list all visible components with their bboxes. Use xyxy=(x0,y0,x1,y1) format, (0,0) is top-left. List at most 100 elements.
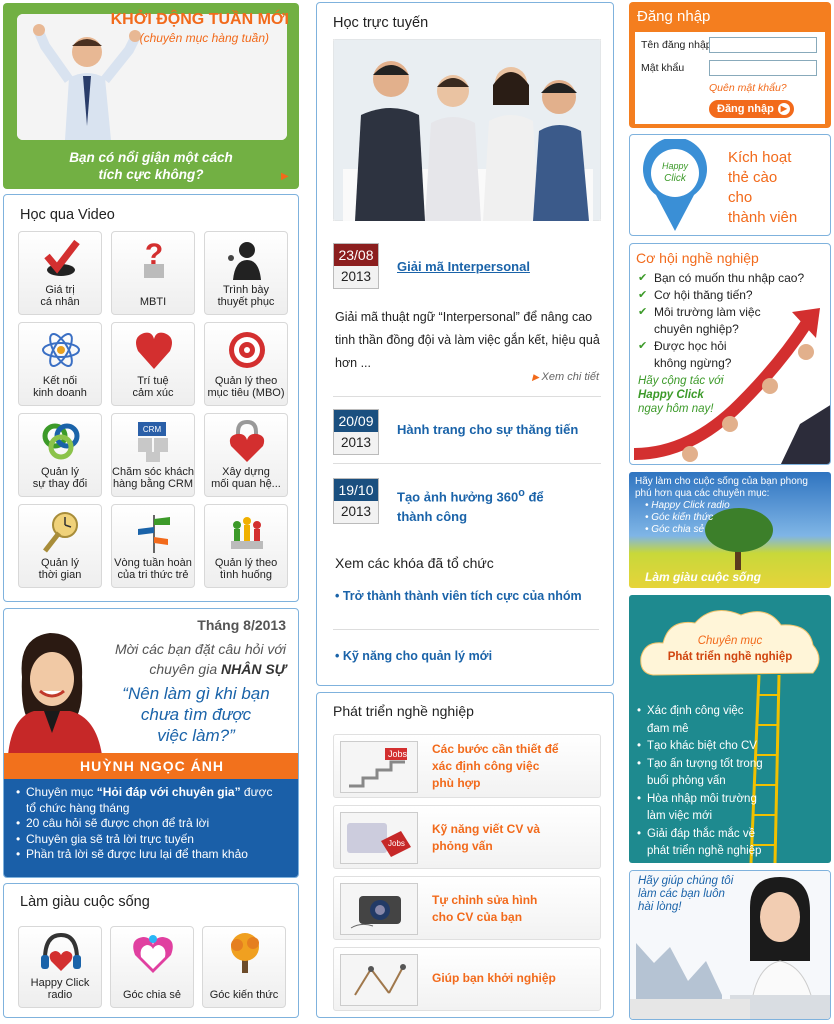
career-dev-item[interactable]: Jobs Các bước cần thiết để xác định công … xyxy=(333,734,601,798)
career-column-text: phát triển nghề nghiệp xyxy=(647,845,762,857)
featured-desc-line: Giải mã thuật ngữ “Interpersonal” để nân… xyxy=(335,310,593,324)
pin-label: Happy xyxy=(662,161,689,171)
video-tile[interactable]: Xây dựng mối quan hệ... xyxy=(204,413,288,497)
login-title: Đăng nhập xyxy=(637,8,711,25)
expert-qa-panel[interactable]: Tháng 8/2013 Mời các bạn đặt câu hỏi với… xyxy=(3,608,299,878)
video-tile[interactable]: ? MBTI xyxy=(111,231,195,315)
date-year: 2013 xyxy=(334,266,378,288)
checkmark-icon xyxy=(41,238,81,280)
date-day: 23/08 xyxy=(334,244,378,266)
expert-info-item: Chuyên gia sẽ trả lời trực tuyến xyxy=(16,832,292,848)
video-tile[interactable]: CRM Chăm sóc khách hàng bằng CRM xyxy=(111,413,195,497)
career-column-text: đam mê xyxy=(647,722,689,735)
career-column-text: Hòa nhập môi trường xyxy=(647,792,757,805)
degree-sup: o xyxy=(518,487,525,499)
video-tile[interactable]: Kết nối kinh doanh xyxy=(18,322,102,406)
date-year: 2013 xyxy=(334,432,378,454)
date-badge: 20/09 2013 xyxy=(333,409,379,455)
expert-invite: Mời các bạn đặt câu hỏi với chuyên gia N… xyxy=(115,639,286,679)
banner-question-line1: Bạn có nổi giận một cách xyxy=(69,150,233,165)
target-icon xyxy=(227,329,267,371)
career-dev-line: phỏng vấn xyxy=(432,839,493,853)
enrich-life-item-label: Góc chia sẻ xyxy=(651,524,705,535)
career-opportunity-item: Được học hỏi không ngừng? xyxy=(638,338,804,372)
pin-label: Click xyxy=(664,173,687,184)
video-tile-line: thời gian xyxy=(38,569,82,581)
career-column-panel[interactable]: Chuyên mục Phát triển nghề nghiệp Xác đị… xyxy=(629,595,831,863)
read-more-link[interactable]: ▶ Xem chi tiết xyxy=(532,371,599,383)
career-dev-item-label: Tự chỉnh sửa hình cho CV của bạn xyxy=(432,892,537,926)
video-tile[interactable]: Quản lý theo mục tiêu (MBO) xyxy=(204,322,288,406)
career-column-item: Xác định công việc đam mê xyxy=(637,703,763,738)
activate-card-panel[interactable]: Happy Click Kích hoạt thẻ cào cho thành viê… xyxy=(629,134,831,236)
cv-tag-icon: Jobs xyxy=(340,812,418,864)
svg-text:Jobs: Jobs xyxy=(388,749,408,759)
expert-photo xyxy=(8,633,102,755)
online-learning-photo[interactable] xyxy=(333,39,601,221)
career-opportunity-text: Môi trường làm việc xyxy=(654,305,761,319)
enrich-life-intro: Hãy làm cho cuộc sống của bạn phong phú h… xyxy=(635,476,808,536)
login-button[interactable]: Đăng nhập ▶ xyxy=(709,100,794,118)
support-message: Hãy giúp chúng tôi làm các bạn luôn hài lò… xyxy=(638,875,733,914)
video-tile-line: Kết nối xyxy=(42,375,78,387)
knowledge-tree-icon xyxy=(223,931,267,978)
bullet-icon: • xyxy=(335,589,343,603)
read-more-label: Xem chi tiết xyxy=(541,371,599,383)
video-tile[interactable]: Giá trị cá nhân xyxy=(18,231,102,315)
crm-icon: CRM xyxy=(134,420,174,462)
career-column-item: Tạo ấn tượng tốt trong buổi phỏng vấn xyxy=(637,756,763,791)
career-opportunity-item: Bạn có muốn thu nhập cao? xyxy=(638,270,804,287)
enrich-life-tile-label: Góc chia sẻ xyxy=(111,989,193,1001)
career-dev-item[interactable]: Tự chỉnh sửa hình cho CV của bạn xyxy=(333,876,601,940)
video-tile-line: hàng bằng CRM xyxy=(112,478,194,490)
expert-question-line3: việc làm?” xyxy=(157,726,235,745)
enrich-life-banner[interactable]: Hãy làm cho cuộc sống của bạn phong phú h… xyxy=(629,472,831,588)
career-column-text: Tạo ấn tượng tốt trong xyxy=(647,757,763,770)
heart-person-icon xyxy=(131,931,175,978)
career-column-text: Giải đáp thắc mắc về xyxy=(647,827,756,840)
career-opportunity-panel[interactable]: Cơ hội nghề nghiệp Bạn có muốn thu nhập … xyxy=(629,243,831,465)
career-dev-item[interactable]: Giúp bạn khởi nghiệp xyxy=(333,947,601,1011)
career-dev-item[interactable]: Jobs Kỹ năng viết CV và phỏng vấn xyxy=(333,805,601,869)
article-link[interactable]: Hành trang cho sự thăng tiến xyxy=(397,420,578,440)
video-tile-line: Quản lý xyxy=(41,466,79,478)
enrich-life-tile[interactable]: Góc chia sẻ xyxy=(110,926,194,1008)
featured-article-link[interactable]: Giải mã Interpersonal xyxy=(397,257,530,277)
svg-text:Jobs: Jobs xyxy=(388,839,405,848)
forgot-password-link[interactable]: Quên mật khẩu? xyxy=(709,82,787,94)
expert-invite-text: chuyên gia xyxy=(149,661,221,677)
video-tile-line: của tri thức trẻ xyxy=(117,569,189,581)
password-input[interactable] xyxy=(709,60,817,76)
article-link-text: để xyxy=(524,489,544,505)
question-mark-icon: ? xyxy=(134,238,174,280)
weekly-banner[interactable]: KHỞI ĐỘNG TUẦN MỚI (chuyên mục hàng tuần… xyxy=(3,3,299,189)
username-input[interactable] xyxy=(709,37,817,53)
expert-question: “Nên làm gì khi bạn chưa tìm được việc l… xyxy=(106,683,286,746)
arrow-right-icon: ▶ xyxy=(532,372,542,382)
atom-icon xyxy=(41,329,81,371)
past-course-link[interactable]: • Trở thành thành viên tích cực của nhóm xyxy=(335,589,582,603)
activate-line: thành viên xyxy=(728,209,798,226)
video-tile[interactable]: Quản lý sự thay đổi xyxy=(18,413,102,497)
past-course-link[interactable]: • Kỹ năng cho quản lý mới xyxy=(335,649,492,663)
video-tile-label: Trình bày thuyết phục xyxy=(205,284,287,308)
video-tile[interactable]: Vòng tuần hoàn của tri thức trẻ xyxy=(111,504,195,588)
enrich-life-tile[interactable]: Happy Click radio xyxy=(18,926,102,1008)
support-message-line: hài lòng! xyxy=(638,901,682,913)
enrich-life-item: • Góc kiến thức xyxy=(645,512,714,523)
banner-question[interactable]: Bạn có nổi giận một cách tích cực không? xyxy=(3,149,299,183)
career-dev-title: Phát triển nghề nghiệp xyxy=(333,703,474,719)
support-panel[interactable]: Hãy giúp chúng tôi làm các bạn luôn hài lò… xyxy=(629,870,831,1020)
video-tile[interactable]: Quản lý theo tình huống xyxy=(204,504,288,588)
video-tile[interactable]: Quản lý thời gian xyxy=(18,504,102,588)
enrich-life-tile[interactable]: Góc kiến thức xyxy=(202,926,286,1008)
video-tile[interactable]: Trí tuệ cảm xúc xyxy=(111,322,195,406)
career-opportunity-item: Cơ hội thăng tiến? xyxy=(638,287,804,304)
video-tile-line: Trí tuệ xyxy=(137,375,169,387)
career-cta-line: Hãy cộng tác với xyxy=(638,375,724,387)
article-link[interactable]: Tạo ảnh hưởng 360o để thành công xyxy=(397,483,544,527)
crm-label: CRM xyxy=(143,425,162,434)
date-badge: 23/08 2013 xyxy=(333,243,379,289)
enrich-life-tile-line: Góc chia sẻ xyxy=(122,989,182,1001)
video-tile[interactable]: Trình bày thuyết phục xyxy=(204,231,288,315)
